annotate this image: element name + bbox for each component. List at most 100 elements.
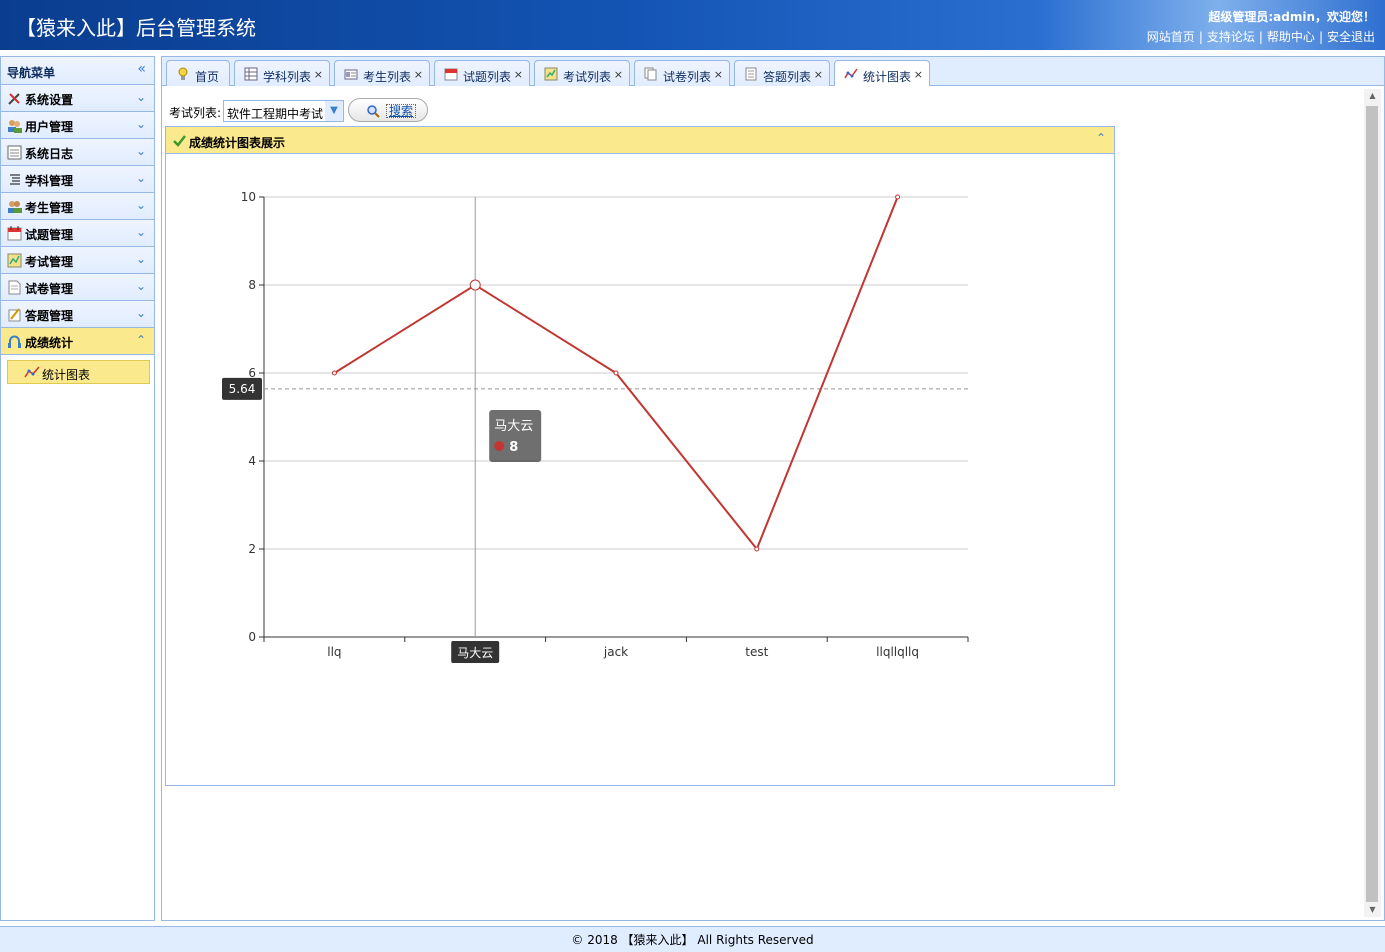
close-icon[interactable]: ×: [914, 68, 923, 81]
tab-question-list[interactable]: 试题列表 ×: [434, 60, 530, 87]
score-line-chart: 0246810llq 马大云 jack test llqllqllq5.64马大云8: [222, 190, 969, 663]
sidebar-item-answer-management[interactable]: 答题管理 ⌄: [1, 301, 154, 328]
data-point: [895, 194, 901, 200]
checkmark-icon: [173, 135, 186, 147]
sidebar-item-system-settings[interactable]: 系统设置 ⌄: [1, 85, 154, 112]
sidebar-item-score-statistics[interactable]: 成绩统计 ⌃: [1, 328, 154, 355]
sidebar-item-system-log[interactable]: 系统日志 ⌄: [1, 139, 154, 166]
chevron-down-icon: ⌄: [135, 252, 146, 266]
tab-label: 考试列表: [563, 70, 612, 84]
exam-select-value: 软件工程期中考试: [227, 107, 324, 121]
chevron-down-icon: ⌄: [135, 90, 146, 104]
search-button-label: 搜索: [386, 104, 417, 118]
user-greeting: 超级管理员:admin，欢迎您！: [1208, 10, 1375, 24]
sidebar-item-label: 答题管理: [25, 309, 74, 323]
tab-label: 答题列表: [763, 70, 812, 84]
tab-label: 统计图表: [863, 70, 912, 84]
log-icon: [7, 145, 22, 160]
lightbulb-icon: [178, 67, 188, 80]
tooltip-series-marker: [494, 441, 505, 451]
sidebar-item-label: 学科管理: [25, 174, 74, 188]
line-chart-icon: [24, 366, 40, 378]
tab-label: 考生列表: [363, 70, 412, 84]
data-point: [331, 370, 337, 376]
close-icon[interactable]: ×: [314, 68, 323, 81]
scroll-down-icon[interactable]: ▼: [1364, 903, 1381, 917]
paper-icon: [8, 280, 21, 295]
header-links: 网站首页 | 支持论坛 | 帮助中心 | 安全退出: [1146, 30, 1375, 44]
chevron-down-icon[interactable]: ▼: [325, 101, 343, 121]
collapse-left-icon[interactable]: «: [137, 61, 146, 77]
tab-label: 试卷列表: [663, 70, 712, 84]
exam-select[interactable]: 软件工程期中考试 ▼: [223, 100, 344, 122]
line-chart-icon: [844, 68, 858, 79]
close-icon[interactable]: ×: [414, 68, 423, 81]
tooltip-value: 8: [509, 440, 518, 455]
sidebar-item-subject-management[interactable]: 学科管理 ⌄: [1, 166, 154, 193]
chevron-down-icon: ⌄: [135, 279, 146, 293]
y-tick-label: 8: [248, 278, 256, 292]
chart-panel: 成绩统计图表展示 ⌃ 0 2 4 6 8 10 llq 马大云 jack test llqllqll…: [165, 126, 1115, 786]
close-icon[interactable]: ×: [814, 68, 823, 81]
link-site-home[interactable]: 网站首页: [1147, 30, 1195, 44]
link-logout[interactable]: 安全退出: [1327, 30, 1375, 44]
list-icon: [10, 174, 20, 185]
footer: © 2018 【猿来入此】 All Rights Reserved: [0, 926, 1385, 952]
app-title: 【猿来入此】后台管理系统: [16, 16, 256, 40]
sidebar-subitem-stat-chart[interactable]: 统计图表: [7, 360, 150, 384]
sidebar-item-label: 用户管理: [25, 120, 74, 134]
average-label: 5.64: [229, 382, 256, 396]
tab-exam-list[interactable]: 考试列表 ×: [534, 60, 630, 87]
students-icon: [8, 201, 22, 213]
tab-answer-list[interactable]: 答题列表 ×: [734, 60, 830, 87]
app-header: 【猿来入此】后台管理系统 超级管理员:admin，欢迎您！ 网站首页 | 支持论坛 |…: [0, 0, 1385, 50]
table-icon: [244, 67, 258, 81]
tools-icon: [8, 93, 20, 105]
sidebar-item-user-management[interactable]: 用户管理 ⌄: [1, 112, 154, 139]
x-tick-label: llqllqllq: [876, 645, 919, 659]
chart-panel-header: 成绩统计图表展示 ⌃: [166, 127, 1114, 154]
main-content: 考试列表: 软件工程期中考试 ▼ 搜索 成绩统计图表展示 ⌃ 0 2 4 6 8 10 ll…: [161, 86, 1385, 921]
link-help[interactable]: 帮助中心: [1267, 30, 1315, 44]
sidebar-item-label: 试题管理: [25, 228, 74, 242]
tab-label: 试题列表: [463, 70, 512, 84]
copy-icon: [644, 67, 657, 81]
search-icon: [367, 105, 380, 118]
chevron-down-icon: ⌄: [135, 198, 146, 212]
tab-student-list[interactable]: 考生列表 ×: [334, 60, 430, 87]
tab-stat-chart[interactable]: 统计图表 ×: [834, 60, 930, 88]
chevron-down-icon: ⌄: [135, 306, 146, 320]
stats-icon: [8, 335, 21, 348]
sidebar-item-label: 系统设置: [25, 93, 74, 107]
y-tick-label: 2: [248, 542, 256, 556]
sidebar-item-exam-management[interactable]: 考试管理 ⌄: [1, 247, 154, 274]
sidebar-item-question-management[interactable]: 试题管理 ⌄: [1, 220, 154, 247]
link-forum[interactable]: 支持论坛: [1207, 30, 1255, 44]
document-icon: [745, 67, 757, 81]
y-tick-label: 4: [248, 454, 256, 468]
tabs-bar: 首页 学科列表 × 考生列表 × 试题列表 × 考试列表 × 试卷列表 × 答题…: [161, 56, 1385, 88]
vertical-scrollbar[interactable]: ▲ ▼: [1364, 89, 1381, 917]
copyright-text: © 2018 【猿来入此】 All Rights Reserved: [571, 933, 814, 947]
close-icon[interactable]: ×: [614, 68, 623, 81]
answer-icon: [8, 308, 21, 322]
tab-paper-list[interactable]: 试卷列表 ×: [634, 60, 730, 87]
scroll-up-icon[interactable]: ▲: [1364, 89, 1381, 103]
tab-home[interactable]: 首页: [166, 60, 230, 87]
exam-filter-label: 考试列表:: [169, 106, 222, 120]
sidebar-item-label: 考试管理: [25, 255, 74, 269]
sidebar-item-student-management[interactable]: 考生管理 ⌄: [1, 193, 154, 220]
close-icon[interactable]: ×: [714, 68, 723, 81]
search-button[interactable]: 搜索: [348, 98, 428, 122]
close-icon[interactable]: ×: [514, 68, 523, 81]
scrollbar-thumb[interactable]: [1366, 106, 1378, 902]
sidebar-item-label: 系统日志: [25, 147, 74, 161]
sidebar-title: 导航菜单: [7, 66, 56, 80]
x-tick-label: jack: [603, 645, 628, 659]
chart-panel-title: 成绩统计图表展示: [189, 136, 286, 150]
sidebar-item-paper-management[interactable]: 试卷管理 ⌄: [1, 274, 154, 301]
exam-icon: [544, 67, 558, 81]
sidebar: 导航菜单 « 系统设置 ⌄ 用户管理 ⌄ 系统日志 ⌄ 学科管理 ⌄ 考生管理 …: [0, 56, 155, 921]
collapse-up-icon[interactable]: ⌃: [1096, 131, 1106, 145]
tab-subject-list[interactable]: 学科列表 ×: [234, 60, 330, 87]
